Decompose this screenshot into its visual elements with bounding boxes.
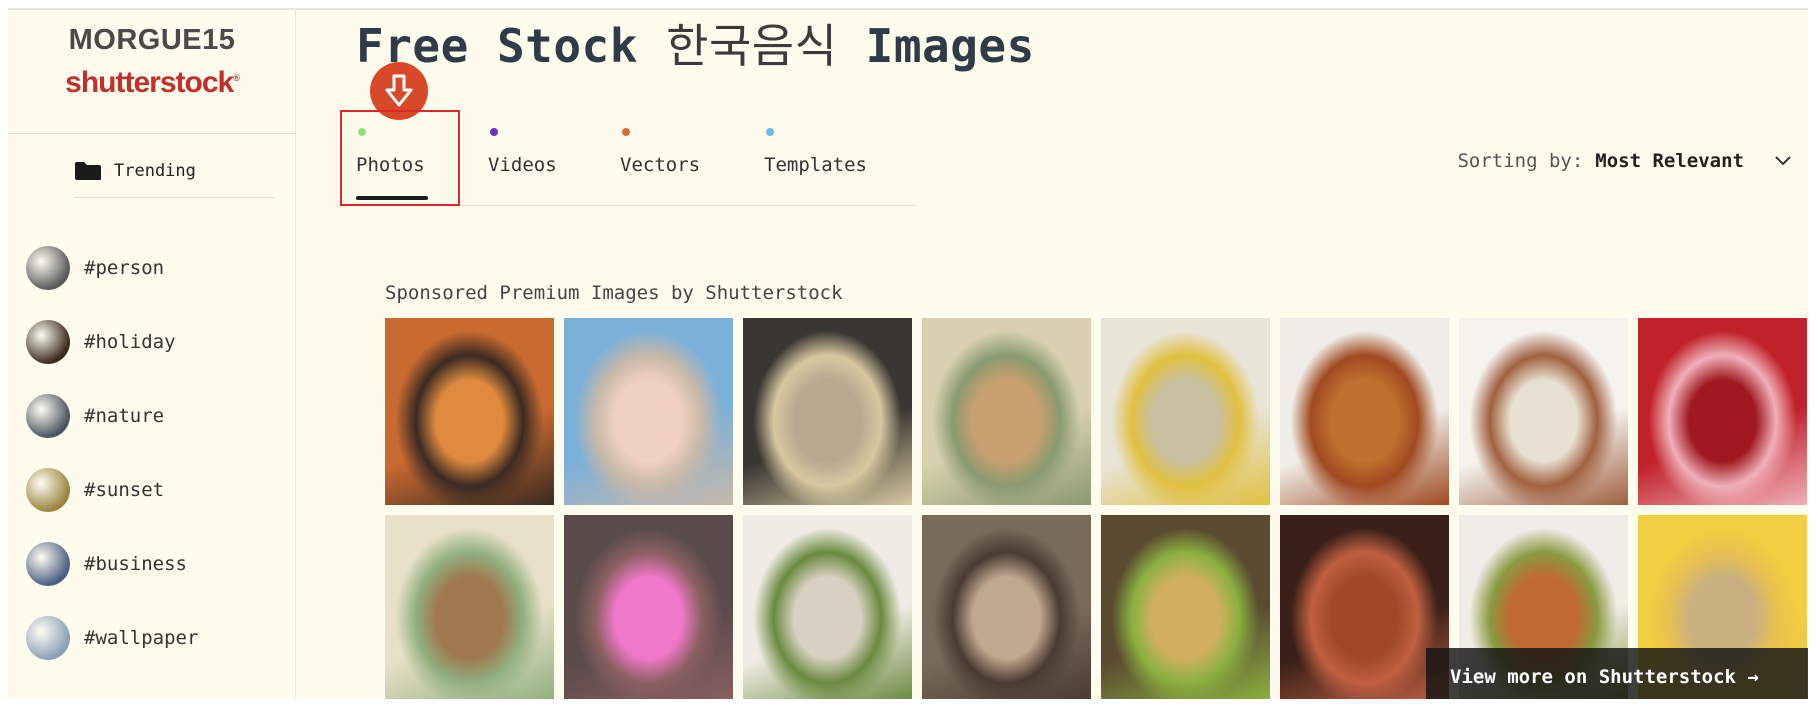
stock-image-braised-dish-bowl[interactable] (743, 318, 912, 505)
tab-dot (766, 128, 774, 136)
folder-icon (75, 162, 101, 180)
stock-image-rice-cake-box[interactable] (922, 318, 1091, 505)
tag-item[interactable]: #holiday (26, 305, 198, 379)
tag-label: #holiday (84, 331, 176, 353)
tag-label: #sunset (84, 479, 165, 501)
stock-image-woman-cooking[interactable] (922, 515, 1091, 699)
tag-avatar (26, 468, 70, 512)
stock-image-woman-bucket-hat[interactable] (564, 318, 733, 505)
page-title: Free Stock 한국음식 Images (356, 10, 1035, 76)
shutterstock-logo[interactable]: shutterstock® (8, 66, 296, 100)
sidebar: MORGUE15 shutterstock® Trending #person #… (8, 10, 296, 699)
tab-label: Vectors (620, 154, 701, 176)
trending-label: Trending (114, 161, 196, 181)
view-more-button[interactable]: View more on Shutterstock → (1426, 648, 1808, 699)
tag-label: #nature (84, 405, 165, 427)
tag-list: #person #holiday #nature #sunset #business #w… (26, 231, 198, 675)
title-suffix: Images (865, 19, 1035, 73)
tab-label: Templates (764, 154, 867, 176)
stock-image-tteokguk-soup[interactable] (1459, 318, 1628, 505)
site-title[interactable]: MORGUE15 (8, 24, 296, 57)
brand-header: MORGUE15 shutterstock® (8, 10, 296, 134)
tag-label: #person (84, 257, 165, 279)
stock-image-red-new-year-bg[interactable] (1638, 318, 1807, 505)
tag-item[interactable]: #business (26, 527, 198, 601)
tag-avatar (26, 394, 70, 438)
stock-image-neon-grill-sign[interactable] (564, 515, 733, 699)
shutterstock-logo-text: shutterstock (65, 66, 234, 99)
stock-image-fried-octopus-pan[interactable] (385, 318, 554, 505)
tag-item[interactable]: #person (26, 231, 198, 305)
tab-label: Videos (488, 154, 557, 176)
divider (74, 197, 274, 198)
sort-value: Most Relevant (1595, 150, 1744, 172)
stock-image-bbq-grill[interactable] (1280, 515, 1449, 699)
stock-image-dumpling-soup-bowl[interactable] (1101, 318, 1270, 505)
tag-item[interactable]: #nature (26, 379, 198, 453)
tab-dot (490, 128, 498, 136)
tag-avatar (26, 542, 70, 586)
sort-label: Sorting by: (1457, 150, 1584, 172)
tab-dot (622, 128, 630, 136)
highlight-box (340, 110, 460, 206)
sponsored-heading: Sponsored Premium Images by Shutterstock (385, 282, 843, 304)
sort-dropdown[interactable]: Sorting by: Most Relevant (1457, 150, 1792, 172)
tag-item[interactable]: #wallpaper (26, 601, 198, 675)
tag-avatar (26, 246, 70, 290)
stock-image-rice-cakes-wooden-box[interactable] (385, 515, 554, 699)
page-frame: MORGUE15 shutterstock® Trending #person #… (8, 8, 1808, 699)
tag-avatar (26, 616, 70, 660)
stock-image-yakgwa-cookies[interactable] (1280, 318, 1449, 505)
tag-avatar (26, 320, 70, 364)
tag-label: #business (84, 553, 187, 575)
main-content: Free Stock 한국음식 Images Photos Videos Vecto… (296, 10, 1808, 699)
stock-image-rice-cake-bowl-closeup[interactable] (743, 515, 912, 699)
tag-label: #wallpaper (84, 627, 199, 649)
tag-item[interactable]: #sunset (26, 453, 198, 527)
title-keyword: 한국음식 (666, 19, 838, 73)
stock-image-pancake-platter[interactable] (1101, 515, 1270, 699)
arrow-down-glyph (385, 74, 413, 107)
chevron-down-icon (1775, 156, 1791, 166)
trending-link[interactable]: Trending (74, 156, 196, 186)
